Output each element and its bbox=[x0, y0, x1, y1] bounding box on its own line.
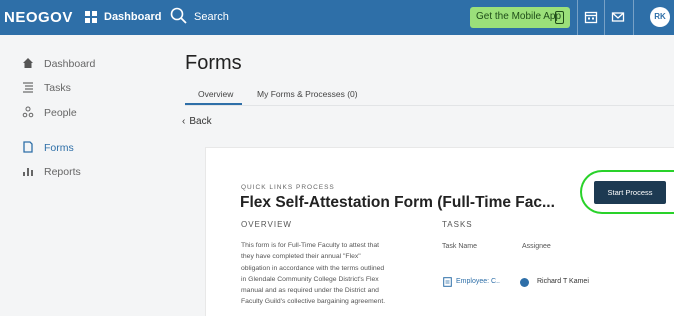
neogov-logo[interactable]: NEOGOV bbox=[4, 9, 73, 26]
person-icon bbox=[520, 278, 529, 287]
user-avatar[interactable]: RK bbox=[650, 7, 670, 27]
chevron-left-icon: ‹ bbox=[182, 116, 186, 127]
tab-divider bbox=[185, 105, 674, 106]
mail-icon[interactable] bbox=[611, 10, 625, 24]
page-title: Forms bbox=[185, 52, 242, 74]
forms-icon bbox=[23, 141, 33, 153]
search-input[interactable]: Search bbox=[194, 11, 229, 23]
overview-line: manual and as required under the Distric… bbox=[241, 287, 379, 295]
sidebar-item-forms[interactable]: Forms bbox=[0, 137, 145, 159]
get-mobile-app-button[interactable]: Get the Mobile App bbox=[470, 7, 570, 28]
tasks-heading: TASKS bbox=[442, 220, 473, 229]
assignee-name: Richard T Kamei bbox=[537, 278, 589, 285]
card-kicker: QUICK LINKS PROCESS bbox=[241, 184, 335, 191]
reports-icon bbox=[23, 168, 33, 176]
highlight-annotation bbox=[580, 170, 674, 214]
overview-line: they have completed their annual "Flex" bbox=[241, 253, 361, 261]
search-icon[interactable] bbox=[170, 7, 188, 25]
dashboard-switcher[interactable]: Dashboard bbox=[104, 11, 161, 23]
tab-my-forms-processes[interactable]: My Forms & Processes (0) bbox=[257, 89, 358, 99]
divider bbox=[633, 0, 634, 35]
task-name-column-header: Task Name bbox=[442, 243, 478, 250]
sidebar-item-reports[interactable]: Reports bbox=[0, 161, 145, 183]
sidebar-item-tasks[interactable]: Tasks bbox=[0, 77, 145, 99]
sidebar-item-label: Dashboard bbox=[44, 58, 96, 70]
overview-line: Faculty Guild's collective bargaining ag… bbox=[241, 298, 386, 306]
overview-text: This form is for Full-Time Faculty to at… bbox=[241, 240, 426, 308]
overview-line: in Glendale Community College District's… bbox=[241, 275, 379, 283]
sidebar-item-label: People bbox=[44, 107, 77, 119]
tasks-icon bbox=[23, 82, 33, 93]
sidebar-item-people[interactable]: People bbox=[0, 102, 145, 124]
app-grid-icon[interactable] bbox=[85, 11, 97, 23]
sidebar: Dashboard Tasks People Forms Reports bbox=[0, 35, 145, 316]
top-bar: NEOGOV Dashboard Search Get the Mobile A… bbox=[0, 0, 674, 35]
card-title: Flex Self-Attestation Form (Full-Time Fa… bbox=[240, 194, 555, 211]
sidebar-item-label: Tasks bbox=[44, 82, 71, 94]
sidebar-item-dashboard[interactable]: Dashboard bbox=[0, 53, 145, 75]
home-icon bbox=[23, 58, 33, 68]
divider bbox=[577, 0, 578, 35]
mobile-app-label: Get the Mobile App bbox=[476, 11, 562, 22]
back-link[interactable]: ‹ Back bbox=[182, 116, 212, 127]
phone-icon bbox=[555, 11, 564, 24]
task-row: Employee: C.. Richard T Kamei bbox=[441, 277, 641, 291]
assignee-column-header: Assignee bbox=[522, 243, 551, 250]
divider bbox=[604, 0, 605, 35]
tab-overview[interactable]: Overview bbox=[198, 89, 233, 99]
overview-line: This form is for Full-Time Faculty to at… bbox=[241, 242, 379, 249]
calendar-icon[interactable] bbox=[584, 10, 598, 24]
document-icon bbox=[443, 277, 452, 287]
sidebar-item-label: Forms bbox=[44, 142, 74, 154]
sidebar-item-label: Reports bbox=[44, 166, 81, 178]
back-label: Back bbox=[189, 116, 212, 127]
people-icon bbox=[22, 106, 34, 118]
overview-line: obligation in accordance with the terms … bbox=[241, 264, 385, 272]
overview-heading: OVERVIEW bbox=[241, 220, 292, 229]
task-link[interactable]: Employee: C.. bbox=[456, 278, 500, 285]
